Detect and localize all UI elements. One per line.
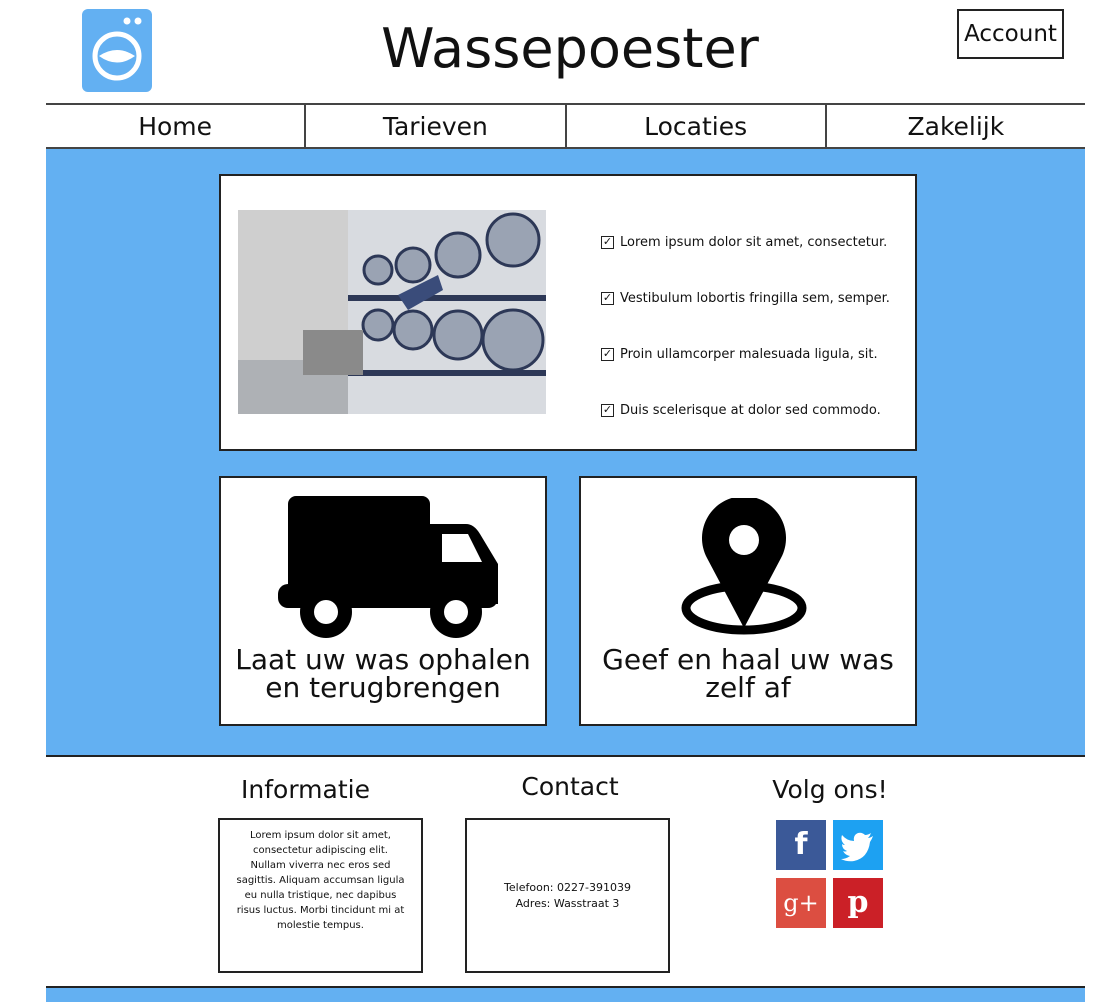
social-heading: Volg ons! (772, 775, 888, 804)
feature-checklist: ✓ Lorem ipsum dolor sit amet, consectetu… (601, 214, 911, 438)
account-button[interactable]: Account (957, 9, 1064, 59)
checklist-item-text: Proin ullamcorper malesuada ligula, sit. (620, 346, 878, 362)
checklist-item-text: Lorem ipsum dolor sit amet, consectetur. (620, 234, 888, 250)
pickup-delivery-card[interactable]: Laat uw was ophalen en terugbrengen (219, 476, 547, 726)
facebook-icon[interactable]: f (776, 820, 826, 870)
caption-line: zelf af (705, 671, 791, 704)
contact-address: Adres: Wasstraat 3 (515, 896, 620, 910)
info-heading: Informatie (241, 775, 370, 804)
checklist-item-text: Duis scelerisque at dolor sed commodo. (620, 402, 881, 418)
intro-card: ✓ Lorem ipsum dolor sit amet, consectetu… (219, 174, 917, 451)
pinterest-icon[interactable]: p (833, 878, 883, 928)
hero-section: ✓ Lorem ipsum dolor sit amet, consectetu… (46, 149, 1085, 757)
checkbox-checked-icon: ✓ (601, 234, 614, 249)
self-service-caption: Geef en haal uw was zelf af (581, 646, 915, 702)
caption-line: en terugbrengen (265, 671, 501, 704)
map-pin-icon (681, 498, 807, 635)
nav-item-tarieven[interactable]: Tarieven (306, 105, 567, 147)
truck-icon (278, 496, 498, 638)
caption-line: Laat uw was ophalen (235, 643, 531, 676)
checkbox-checked-icon: ✓ (601, 290, 614, 305)
checkbox-checked-icon: ✓ (601, 402, 614, 417)
checklist-item: ✓ Vestibulum lobortis fringilla sem, sem… (601, 270, 911, 326)
nav-item-home[interactable]: Home (46, 105, 307, 147)
checklist-item: ✓ Lorem ipsum dolor sit amet, consectetu… (601, 214, 911, 270)
laundromat-photo (238, 210, 546, 414)
contact-heading: Contact (521, 772, 619, 801)
checklist-item: ✓ Duis scelerisque at dolor sed commodo. (601, 382, 911, 438)
contact-phone: Telefoon: 0227-391039 (504, 880, 631, 894)
caption-line: Geef en haal uw was (602, 643, 894, 676)
self-service-card[interactable]: Geef en haal uw was zelf af (579, 476, 917, 726)
site-title: Wassepoester (381, 17, 759, 80)
main-nav: Home Tarieven Locaties Zakelijk (46, 103, 1085, 149)
info-box: Lorem ipsum dolor sit amet, consectetur … (218, 818, 423, 973)
checklist-item-text: Vestibulum lobortis fringilla sem, sempe… (620, 290, 890, 306)
contact-box: Telefoon: 0227-391039 Adres: Wasstraat 3 (465, 818, 670, 973)
nav-item-locaties[interactable]: Locaties (567, 105, 827, 147)
logo-washing-machine-icon[interactable] (82, 9, 152, 92)
checklist-item: ✓ Proin ullamcorper malesuada ligula, si… (601, 326, 911, 382)
pickup-delivery-caption: Laat uw was ophalen en terugbrengen (221, 646, 545, 702)
twitter-icon[interactable] (833, 820, 883, 870)
google-plus-icon[interactable]: g+ (776, 878, 826, 928)
checkbox-checked-icon: ✓ (601, 346, 614, 361)
nav-item-zakelijk[interactable]: Zakelijk (827, 105, 1085, 147)
